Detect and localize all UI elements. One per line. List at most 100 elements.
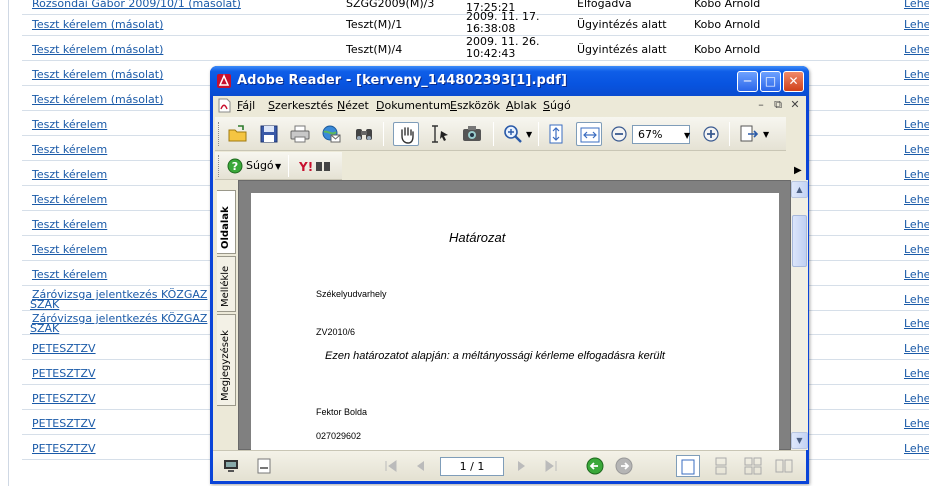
fit-height-icon: [549, 124, 563, 144]
request-title-link[interactable]: PETESZTZV: [32, 343, 96, 354]
row-action-link[interactable]: Lehe: [904, 69, 929, 80]
minimize-button[interactable]: ─: [737, 71, 758, 92]
scrollbar-thumb[interactable]: [792, 215, 807, 267]
menu-item-6[interactable]: Súgó: [543, 99, 571, 112]
request-title-link[interactable]: Teszt kérelem: [32, 144, 107, 155]
row-action-link[interactable]: Lehe: [904, 44, 929, 55]
row-action-link[interactable]: Lehe: [904, 144, 929, 155]
row-action-link[interactable]: Lehe: [904, 219, 929, 230]
rotate-dropdown-icon[interactable]: ▼: [763, 130, 769, 139]
toolbar-grip[interactable]: [218, 122, 221, 146]
find-button[interactable]: [353, 123, 375, 145]
go-back-button[interactable]: [586, 457, 604, 475]
request-title-link[interactable]: PETESZTZV: [32, 418, 96, 429]
menu-item-5[interactable]: Ablak: [506, 99, 537, 112]
request-title-link[interactable]: Teszt kérelem (másolat): [32, 94, 163, 105]
vertical-scrollbar[interactable]: ▶ ▲ ▼: [791, 165, 808, 450]
select-text-button[interactable]: [429, 123, 451, 145]
row-action-link[interactable]: Lehe: [904, 169, 929, 180]
menu-item-2[interactable]: Nézet: [337, 99, 369, 112]
go-forward-button[interactable]: [615, 457, 633, 475]
save-button[interactable]: [258, 123, 280, 145]
row-action-link[interactable]: Lehe: [904, 0, 929, 9]
row-action-link[interactable]: Lehe: [904, 94, 929, 105]
scroll-up-button[interactable]: ▲: [791, 181, 808, 198]
last-page-button[interactable]: [542, 457, 560, 475]
row-action-link[interactable]: Lehe: [904, 418, 929, 429]
continuous-button[interactable]: [712, 457, 730, 475]
open-button[interactable]: [227, 123, 249, 145]
request-title-link[interactable]: Teszt kérelem: [32, 169, 107, 180]
zoom-dropdown-icon[interactable]: ▼: [684, 131, 690, 140]
document-size-icon[interactable]: [257, 458, 271, 474]
tab-comments[interactable]: Megjegyzések: [217, 314, 236, 406]
tab-attachments[interactable]: Mellékle: [217, 256, 236, 312]
request-title-link[interactable]: Teszt kérelem (másolat): [32, 69, 163, 80]
single-page-button[interactable]: [676, 455, 700, 477]
row-action-link[interactable]: Lehe: [904, 443, 929, 454]
request-title-link[interactable]: Teszt kérelem: [32, 244, 107, 255]
row-action-link[interactable]: Lehe: [904, 119, 929, 130]
zoom-in-button[interactable]: [700, 123, 722, 145]
row-action-link[interactable]: Lehe: [904, 368, 929, 379]
request-title-link[interactable]: Teszt kérelem: [32, 219, 107, 230]
zoom-out-button[interactable]: [608, 123, 630, 145]
toolbar-grip[interactable]: [218, 155, 221, 177]
close-button[interactable]: ✕: [783, 71, 804, 92]
row-action-link[interactable]: Lehe: [904, 269, 929, 280]
menu-item-3[interactable]: Dokumentum: [376, 99, 451, 112]
adobe-reader-window[interactable]: Adobe Reader - [kerveny_144802393[1].pdf…: [210, 66, 809, 484]
maximize-button[interactable]: □: [760, 71, 781, 92]
zoom-level-field[interactable]: 67%: [632, 125, 690, 144]
pane-options-arrow-icon[interactable]: ▶: [794, 165, 802, 176]
request-title-link[interactable]: PETESZTZV: [32, 443, 96, 454]
request-title-link-continued[interactable]: SZAK: [30, 299, 59, 310]
row-action-link[interactable]: Lehe: [904, 318, 929, 329]
tab-pages[interactable]: Oldalak: [217, 190, 236, 254]
doc-minimize-icon[interactable]: –: [754, 98, 768, 112]
menu-item-0[interactable]: Fájl: [237, 99, 255, 112]
first-page-button[interactable]: [382, 457, 400, 475]
row-action-link[interactable]: Lehe: [904, 294, 929, 305]
hand-tool-button[interactable]: [393, 122, 419, 146]
doc-close-icon[interactable]: ✕: [788, 98, 802, 112]
email-button[interactable]: [320, 123, 342, 145]
help-menu-button[interactable]: Súgó: [246, 159, 274, 172]
row-action-link[interactable]: Lehe: [904, 343, 929, 354]
row-action-link[interactable]: Lehe: [904, 244, 929, 255]
doc-restore-icon[interactable]: ⧉: [771, 98, 785, 112]
request-title-link[interactable]: PETESZTZV: [32, 393, 96, 404]
request-title-link-continued[interactable]: SZAK: [30, 323, 59, 334]
scroll-down-button[interactable]: ▼: [791, 432, 808, 449]
facing-button[interactable]: [775, 457, 793, 475]
menu-item-1[interactable]: Szerkesztés: [268, 99, 333, 112]
request-title-link[interactable]: Teszt kérelem: [32, 119, 107, 130]
arrow-up-icon: ▲: [796, 185, 803, 194]
request-title-link[interactable]: Teszt kérelem (másolat): [32, 44, 163, 55]
fit-width-button[interactable]: [576, 122, 602, 146]
menu-item-4[interactable]: Eszközök: [450, 99, 500, 112]
request-title-link[interactable]: Teszt kérelem: [32, 269, 107, 280]
row-action-link[interactable]: Lehe: [904, 194, 929, 205]
request-title-link[interactable]: Teszt kérelem (másolat): [32, 19, 163, 30]
request-title-link[interactable]: Teszt kérelem: [32, 194, 107, 205]
yahoo-toolbar-icon[interactable]: Y!: [299, 159, 333, 173]
page-number-field[interactable]: 1 / 1: [440, 457, 504, 476]
previous-page-button[interactable]: [411, 457, 429, 475]
next-page-button[interactable]: [513, 457, 531, 475]
monitor-icon[interactable]: [223, 458, 239, 474]
request-title-link[interactable]: PETESZTZV: [32, 368, 96, 379]
row-action-link[interactable]: Lehe: [904, 393, 929, 404]
zoom-in-tool-button[interactable]: [502, 123, 524, 145]
rotate-view-button[interactable]: [738, 123, 760, 145]
zoom-tool-dropdown-icon[interactable]: ▼: [526, 130, 532, 139]
row-action-link[interactable]: Lehe: [904, 19, 929, 30]
print-button[interactable]: [289, 123, 311, 145]
snapshot-button[interactable]: [461, 123, 483, 145]
fit-height-button[interactable]: [545, 123, 567, 145]
request-title-link[interactable]: Rozsondai Gábor 2009/10/1 (másolat): [32, 0, 241, 9]
continuous-facing-button[interactable]: [744, 457, 762, 475]
title-bar[interactable]: Adobe Reader - [kerveny_144802393[1].pdf…: [210, 66, 809, 96]
document-view[interactable]: Határozat Székelyudvarhely ZV2010/6 Ezen…: [238, 180, 791, 463]
help-dropdown-icon[interactable]: ▼: [275, 162, 281, 171]
